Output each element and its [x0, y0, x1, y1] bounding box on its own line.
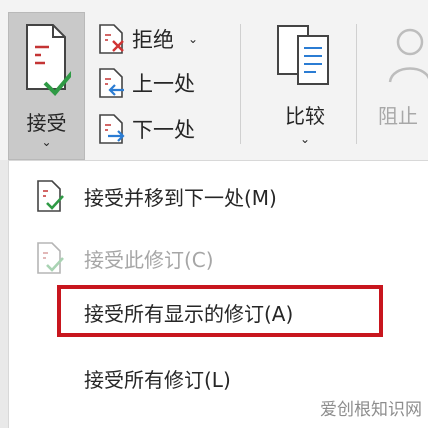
- accept-dropdown-menu: 接受并移到下一处(M) 接受此修订(C) 接受所有显示的修订(A) 接受所有修订…: [8, 160, 428, 428]
- doc-check-icon: [23, 21, 79, 105]
- doc-reject-icon: [99, 24, 124, 54]
- next-change-button[interactable]: 下一处: [96, 112, 195, 146]
- doc-next-icon: [99, 114, 125, 144]
- chevron-down-icon: ⌄: [41, 135, 52, 149]
- accept-button[interactable]: 接受 ⌄: [8, 12, 85, 160]
- menu-item-label: 接受并移到下一处(M): [84, 185, 277, 210]
- menu-item-accept-and-move-next[interactable]: 接受并移到下一处(M): [9, 169, 428, 223]
- doc-previous-icon: [99, 68, 124, 98]
- review-ribbon: 接受 ⌄ 拒绝 ⌄ 上一处 下一处 比较 ⌄ 阻止: [0, 0, 428, 160]
- reject-label: 拒绝: [132, 28, 174, 52]
- menu-item-accept-this-change[interactable]: 接受此修订(C): [9, 231, 428, 285]
- group-separator: [240, 24, 241, 144]
- chevron-down-icon[interactable]: ⌄: [188, 32, 198, 46]
- accept-label: 接受: [26, 111, 67, 135]
- block-authors-icon: [386, 24, 428, 92]
- highlight-annotation-box: [57, 285, 383, 337]
- menu-item-label: 接受所有修订(L): [84, 367, 231, 392]
- chevron-down-icon: ⌄: [299, 132, 311, 146]
- previous-label: 上一处: [132, 72, 195, 96]
- compare-docs-icon: [274, 22, 336, 96]
- compare-button[interactable]: 比较 ⌄: [262, 12, 348, 158]
- accept-move-next-icon: [35, 179, 65, 218]
- document-edge: [0, 160, 8, 428]
- compare-label: 比较: [285, 104, 325, 128]
- next-label: 下一处: [132, 118, 195, 142]
- accept-this-icon: [35, 241, 65, 280]
- block-label: 阻止: [378, 104, 418, 128]
- previous-change-button[interactable]: 上一处: [96, 66, 195, 100]
- block-authors-button[interactable]: 阻止: [370, 12, 428, 158]
- group-separator: [356, 24, 357, 144]
- reject-button[interactable]: 拒绝 ⌄: [96, 22, 198, 56]
- watermark: 爱创根知识网: [320, 400, 422, 420]
- menu-item-label: 接受此修订(C): [84, 247, 214, 272]
